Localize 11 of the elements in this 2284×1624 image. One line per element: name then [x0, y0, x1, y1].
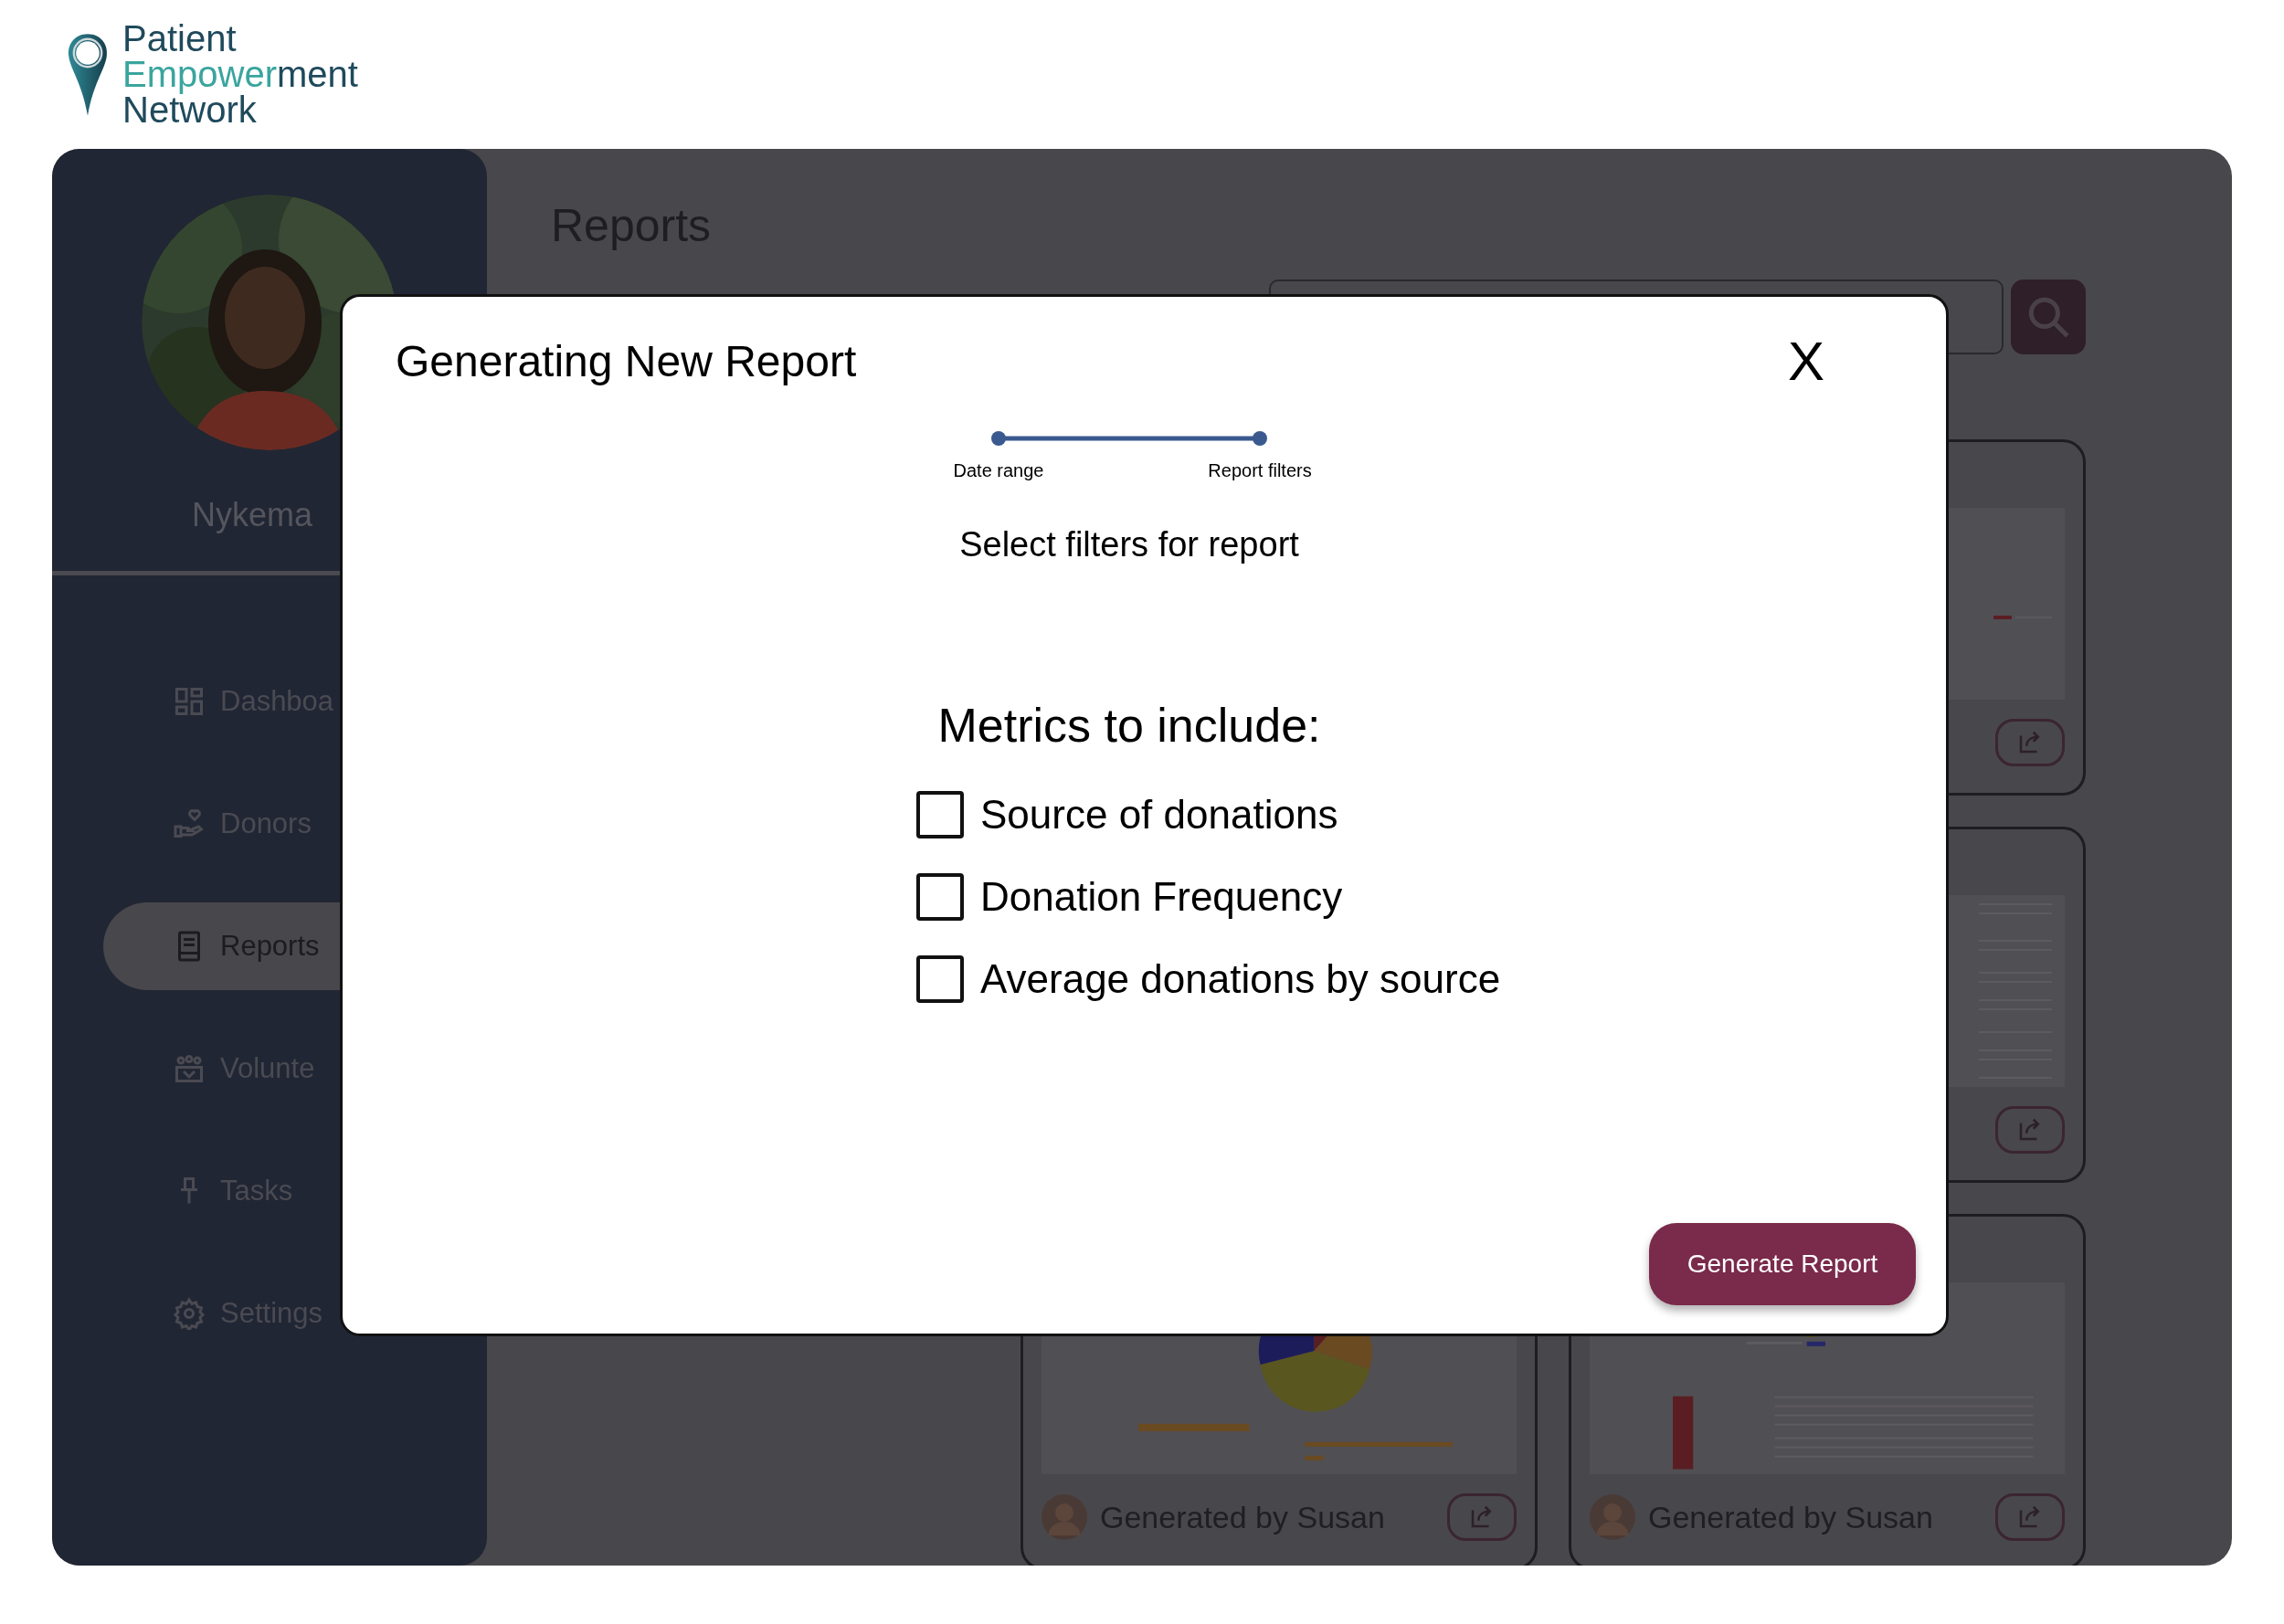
step-label: Report filters: [1207, 460, 1313, 481]
checkbox-label: Average donations by source: [980, 956, 1501, 1002]
step-label: Date range: [952, 460, 1045, 481]
logo-text: ment: [276, 57, 358, 92]
dialog-subtitle: Select filters for report: [959, 525, 1299, 564]
checkbox-label: Donation Frequency: [980, 874, 1343, 920]
dialog-title: Generating New Report: [396, 336, 857, 386]
logo-text: Empower: [122, 57, 277, 92]
metrics-heading: Metrics to include:: [937, 698, 1321, 753]
checkbox-label: Source of donations: [980, 792, 1338, 838]
logo-text: Patient: [122, 21, 237, 57]
